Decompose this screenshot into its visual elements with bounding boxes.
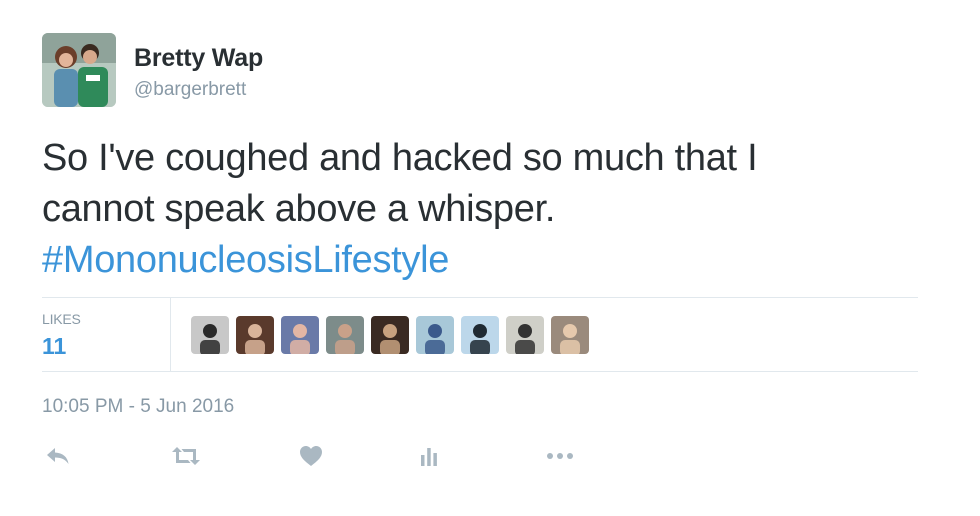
like-button[interactable] — [296, 441, 326, 471]
analytics-button[interactable] — [416, 441, 442, 471]
reply-button[interactable] — [42, 441, 74, 471]
liker-avatar[interactable] — [461, 316, 499, 354]
more-icon — [547, 453, 573, 459]
tweet-text: So I've coughed and hacked so much that … — [42, 133, 942, 286]
likes-label: LIKES — [42, 311, 81, 327]
author-display-name[interactable]: Bretty Wap — [134, 44, 263, 73]
liker-avatar-image — [191, 316, 229, 354]
stats-separator — [170, 298, 171, 371]
liker-avatar-image — [551, 316, 589, 354]
author-handle[interactable]: @bargerbrett — [134, 79, 246, 101]
liker-avatar-image — [416, 316, 454, 354]
more-button[interactable] — [543, 441, 577, 471]
retweet-icon — [172, 447, 200, 465]
tweet-text-line: cannot speak above a whisper. — [42, 188, 556, 230]
liker-avatar[interactable] — [236, 316, 274, 354]
tweet-text-line: So I've coughed and hacked so much that … — [42, 137, 758, 179]
liker-avatar[interactable] — [191, 316, 229, 354]
author-avatar[interactable] — [42, 33, 116, 107]
hashtag-link[interactable]: #MononucleosisLifestyle — [42, 235, 942, 286]
tweet-card: Bretty Wap @bargerbrett So I've coughed … — [0, 0, 980, 516]
stats-divider-top — [42, 297, 918, 298]
stats-divider-bottom — [42, 371, 918, 372]
heart-icon — [300, 446, 322, 466]
liker-avatar-image — [281, 316, 319, 354]
likes-count[interactable]: 11 — [42, 333, 66, 360]
reply-icon — [47, 448, 69, 464]
liker-avatar[interactable] — [326, 316, 364, 354]
tweet-timestamp[interactable]: 10:05 PM - 5 Jun 2016 — [42, 396, 234, 418]
liker-avatar[interactable] — [506, 316, 544, 354]
liker-avatar-image — [326, 316, 364, 354]
retweet-button[interactable] — [168, 441, 204, 471]
liker-avatar-image — [506, 316, 544, 354]
liker-avatar[interactable] — [371, 316, 409, 354]
avatar-image — [42, 33, 116, 107]
liker-avatar[interactable] — [416, 316, 454, 354]
liker-avatar[interactable] — [551, 316, 589, 354]
liker-avatar-image — [371, 316, 409, 354]
liker-avatar-image — [236, 316, 274, 354]
liker-avatar[interactable] — [281, 316, 319, 354]
analytics-icon — [421, 448, 437, 466]
liker-avatar-image — [461, 316, 499, 354]
